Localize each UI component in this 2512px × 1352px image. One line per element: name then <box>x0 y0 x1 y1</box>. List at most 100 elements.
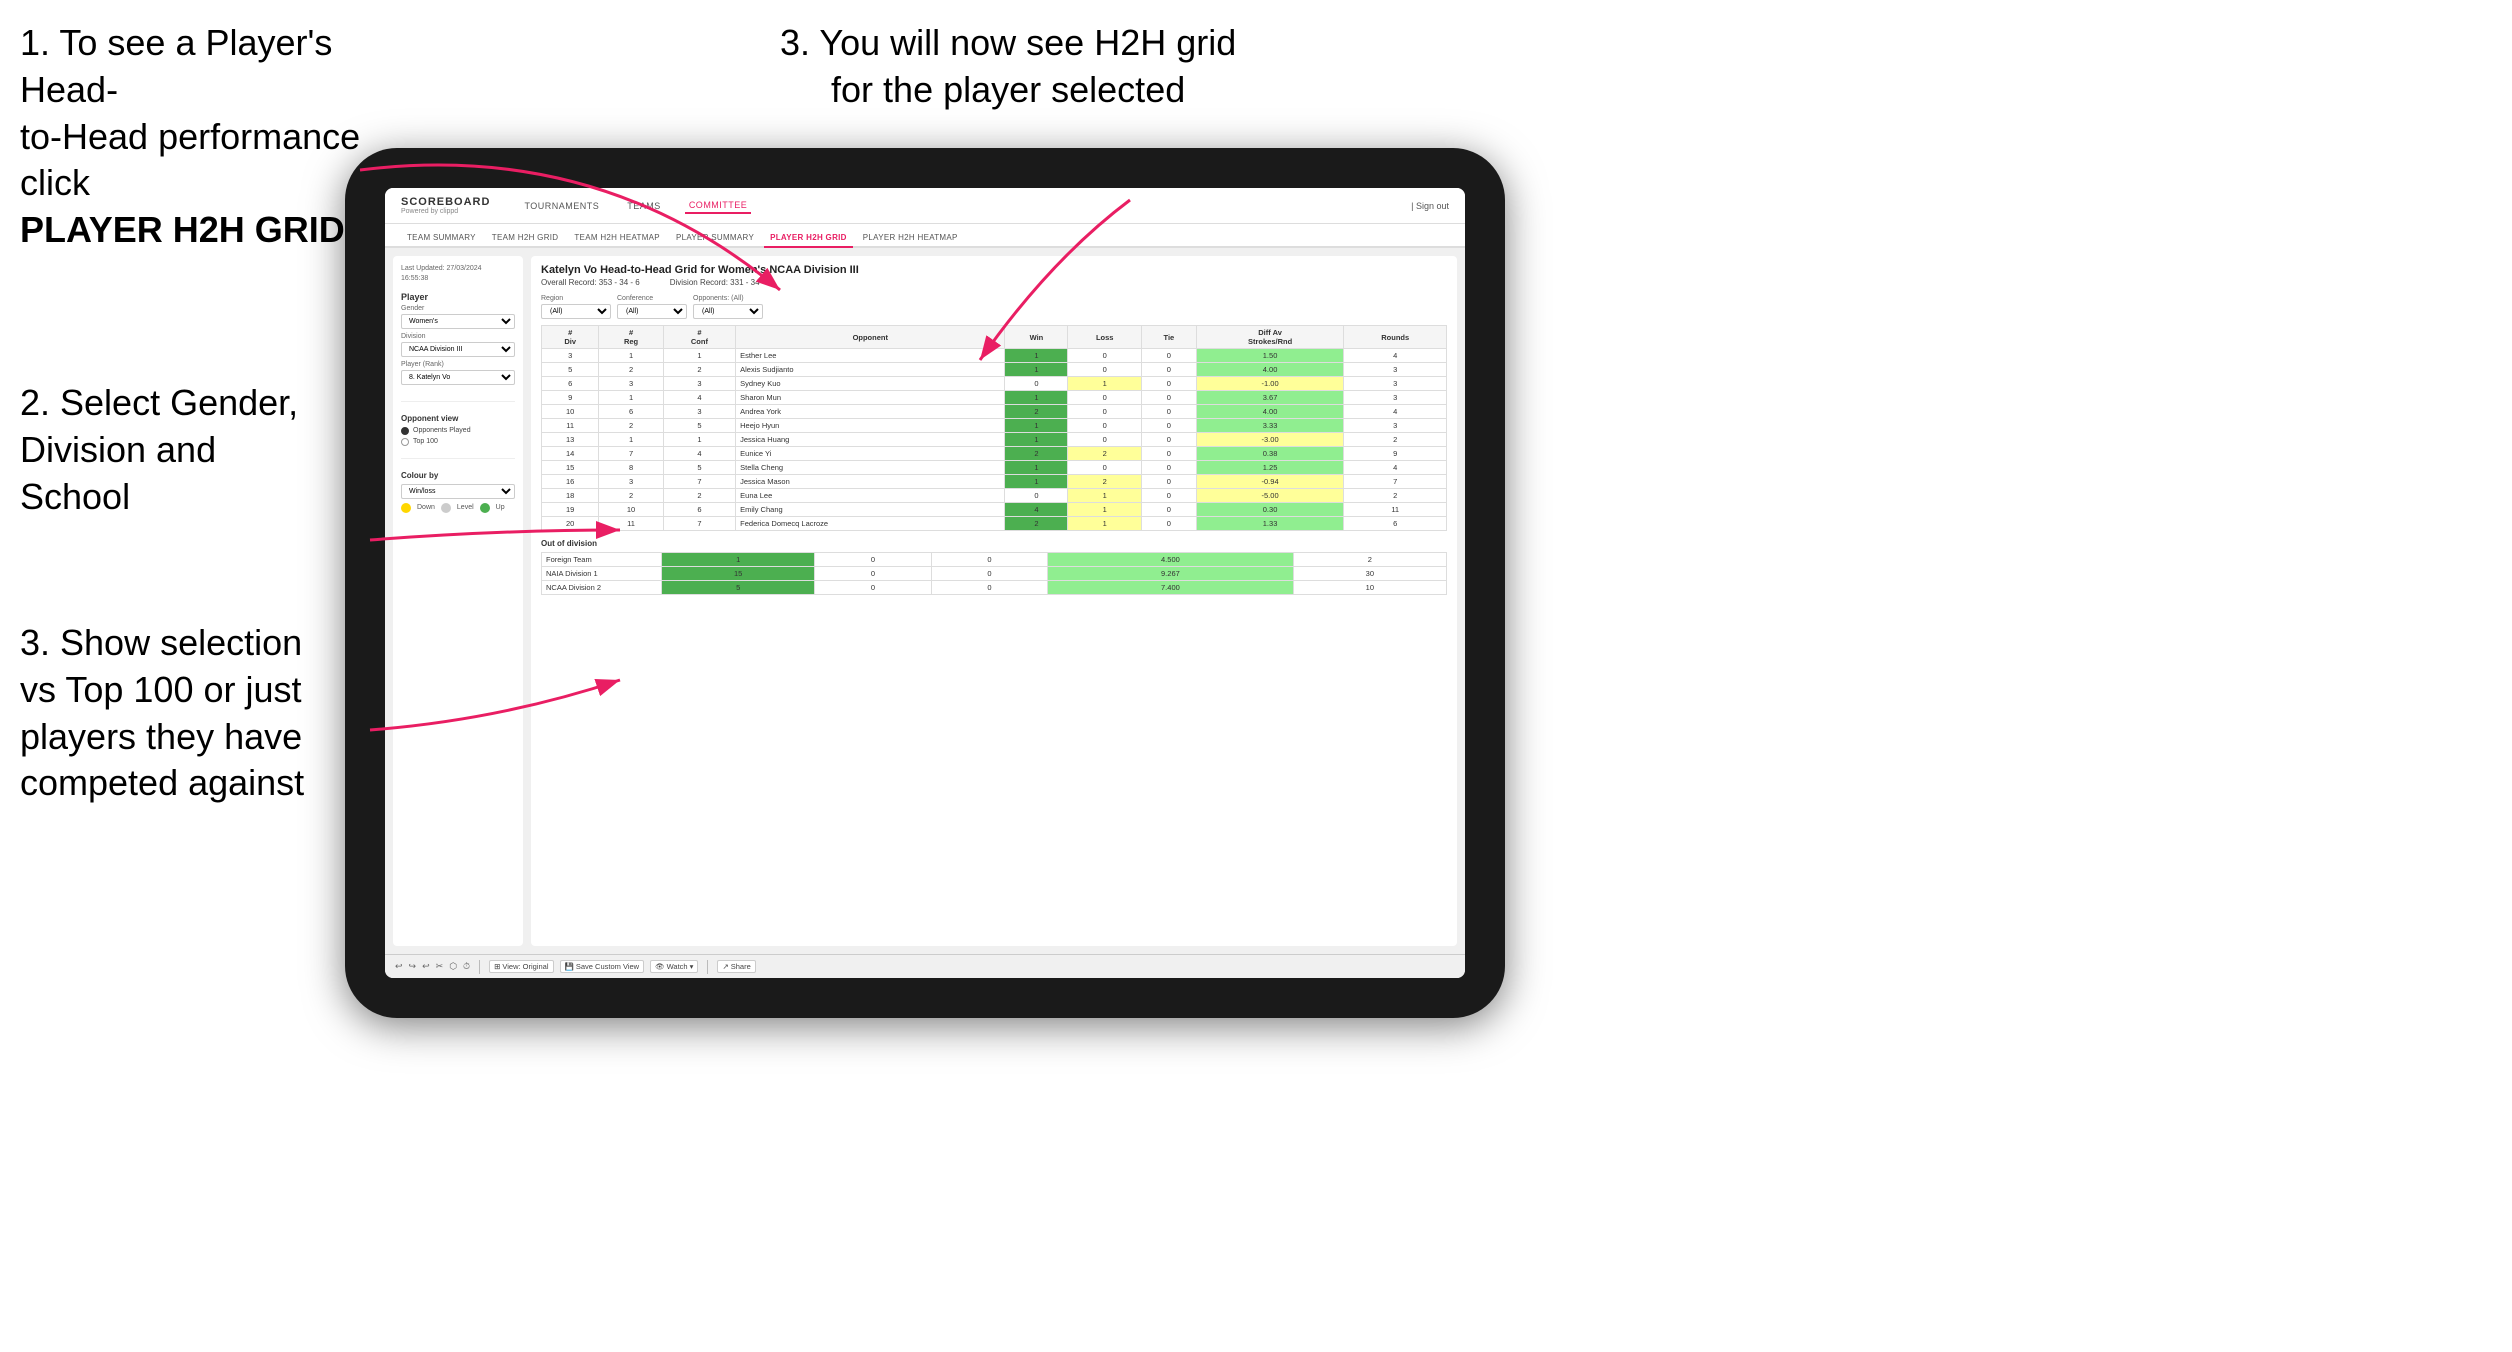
cut-icon[interactable]: ✂ <box>436 961 444 972</box>
share-btn[interactable]: ↗ Share <box>717 960 755 973</box>
filter-region: Region (All) <box>541 295 611 319</box>
sub-nav-player-summary[interactable]: PLAYER SUMMARY <box>670 229 760 248</box>
sub-nav-player-h2h[interactable]: PLAYER H2H GRID <box>764 229 853 248</box>
sidebar-player-title: Player <box>401 292 515 302</box>
main-content: Last Updated: 27/03/202416:55:38 Player … <box>385 248 1465 954</box>
toolbar-separator-1 <box>479 960 480 974</box>
col-conf: #Conf <box>663 326 735 349</box>
toolbar-separator-2 <box>707 960 708 974</box>
sidebar-gender-label: Gender <box>401 305 515 312</box>
copy-icon[interactable]: ⬡ <box>449 961 457 972</box>
table-row: 6 3 3 Sydney Kuo 0 1 0 -1.00 3 <box>542 377 1447 391</box>
filter-row: Region (All) Conference (All) Opponents:… <box>541 295 1447 319</box>
radio-group: Opponents Played Top 100 <box>401 427 515 446</box>
table-row: 18 2 2 Euna Lee 0 1 0 -5.00 2 <box>542 489 1447 503</box>
division-record: Division Record: 331 - 34 - 6 <box>670 278 771 287</box>
colour-dot-down <box>401 503 411 513</box>
filter-conference: Conference (All) <box>617 295 687 319</box>
logo-area: SCOREBOARD Powered by clippd <box>401 196 490 215</box>
colour-dot-up <box>480 503 490 513</box>
content-panel: Katelyn Vo Head-to-Head Grid for Women's… <box>531 256 1457 946</box>
sidebar-division-select[interactable]: NCAA Division III NCAA Division I NCAA D… <box>401 342 515 357</box>
table-row: 15 8 5 Stella Cheng 1 0 0 1.25 4 <box>542 461 1447 475</box>
panel-title: Katelyn Vo Head-to-Head Grid for Women's… <box>541 264 1447 276</box>
bottom-toolbar: ↩ ↪ ↩ ✂ ⬡ ⏱ ⊞ View: Original 💾 Save Cust… <box>385 954 1465 978</box>
table-row: 10 6 3 Andrea York 2 0 0 4.00 4 <box>542 405 1447 419</box>
instruction-mid-left: 2. Select Gender,Division andSchool <box>20 380 298 520</box>
filter-region-select[interactable]: (All) <box>541 304 611 319</box>
colour-label-up: Up <box>496 504 505 511</box>
instruction-top-right: 3. You will now see H2H gridfor the play… <box>780 20 1236 114</box>
table-header-row: #Div #Reg #Conf Opponent Win Loss Tie Di… <box>542 326 1447 349</box>
view-original-btn[interactable]: ⊞ View: Original <box>489 960 553 973</box>
col-loss: Loss <box>1068 326 1142 349</box>
filter-region-label: Region <box>541 295 611 302</box>
table-row: 19 10 6 Emily Chang 4 1 0 0.30 11 <box>542 503 1447 517</box>
col-div: #Div <box>542 326 599 349</box>
sub-nav: TEAM SUMMARY TEAM H2H GRID TEAM H2H HEAT… <box>385 224 1465 248</box>
instruction-mid-text: 2. Select Gender,Division andSchool <box>20 382 298 517</box>
table-row: 9 1 4 Sharon Mun 1 0 0 3.67 3 <box>542 391 1447 405</box>
table-row: 13 1 1 Jessica Huang 1 0 0 -3.00 2 <box>542 433 1447 447</box>
table-row: 20 11 7 Federica Domecq Lacroze 2 1 0 1.… <box>542 517 1447 531</box>
sidebar-opponent-view-title: Opponent view <box>401 414 515 423</box>
tablet-frame: SCOREBOARD Powered by clippd TOURNAMENTS… <box>345 148 1505 1018</box>
nav-committee[interactable]: COMMITTEE <box>685 198 752 214</box>
sidebar-division-label: Division <box>401 333 515 340</box>
col-rounds: Rounds <box>1344 326 1447 349</box>
table-row: 16 3 7 Jessica Mason 1 2 0 -0.94 7 <box>542 475 1447 489</box>
sub-nav-team-summary[interactable]: TEAM SUMMARY <box>401 229 482 248</box>
col-reg: #Reg <box>599 326 663 349</box>
table-row: 14 7 4 Eunice Yi 2 2 0 0.38 9 <box>542 447 1447 461</box>
logo-sub: Powered by clippd <box>401 208 490 215</box>
top-nav: SCOREBOARD Powered by clippd TOURNAMENTS… <box>385 188 1465 224</box>
filter-opponent-select[interactable]: (All) <box>693 304 763 319</box>
sub-nav-player-heatmap[interactable]: PLAYER H2H HEATMAP <box>857 229 964 248</box>
colour-label-level: Level <box>457 504 474 511</box>
radio-opponents-played[interactable]: Opponents Played <box>401 427 515 435</box>
sign-out-link[interactable]: | Sign out <box>1411 201 1449 211</box>
instruction-top-right-text: 3. You will now see H2H gridfor the play… <box>780 22 1236 110</box>
ood-table-row: Foreign Team 1 0 0 4.500 2 <box>542 553 1447 567</box>
sidebar-gender-select[interactable]: Women's Men's <box>401 314 515 329</box>
radio-top100[interactable]: Top 100 <box>401 438 515 446</box>
table-row: 11 2 5 Heejo Hyun 1 0 0 3.33 3 <box>542 419 1447 433</box>
undo-icon[interactable]: ↩ <box>395 961 403 972</box>
save-custom-btn[interactable]: 💾 Save Custom View <box>560 960 645 973</box>
col-win: Win <box>1005 326 1068 349</box>
radio-dot-opponents <box>401 427 409 435</box>
logo-text: SCOREBOARD <box>401 196 490 208</box>
tablet-screen: SCOREBOARD Powered by clippd TOURNAMENTS… <box>385 188 1465 978</box>
table-row: 3 1 1 Esther Lee 1 0 0 1.50 4 <box>542 349 1447 363</box>
sidebar-colour-title: Colour by <box>401 471 515 480</box>
ood-table-row: NAIA Division 1 15 0 0 9.267 30 <box>542 567 1447 581</box>
sidebar: Last Updated: 27/03/202416:55:38 Player … <box>393 256 523 946</box>
clock-icon[interactable]: ⏱ <box>463 961 470 972</box>
nav-teams[interactable]: TEAMS <box>623 199 665 213</box>
filter-conference-select[interactable]: (All) <box>617 304 687 319</box>
sub-nav-team-heatmap[interactable]: TEAM H2H HEATMAP <box>568 229 666 248</box>
main-data-table: #Div #Reg #Conf Opponent Win Loss Tie Di… <box>541 325 1447 531</box>
instruction-line2: to-Head performance click <box>20 116 360 204</box>
sub-nav-team-h2h[interactable]: TEAM H2H GRID <box>486 229 565 248</box>
col-tie: Tie <box>1142 326 1197 349</box>
instruction-line1: 1. To see a Player's Head- <box>20 22 332 110</box>
nav-tournaments[interactable]: TOURNAMENTS <box>520 199 603 213</box>
sidebar-colour-select[interactable]: Win/loss <box>401 484 515 499</box>
colour-dot-level <box>441 503 451 513</box>
filter-opponents-label: Opponents: (All) <box>693 295 763 302</box>
table-row: 5 2 2 Alexis Sudjianto 1 0 0 4.00 3 <box>542 363 1447 377</box>
filter-opponent: Opponents: (All) (All) <box>693 295 763 319</box>
panel-subtitle: Overall Record: 353 - 34 - 6 Division Re… <box>541 278 1447 287</box>
watch-btn[interactable]: 👁 Watch ▾ <box>650 960 698 973</box>
undo2-icon[interactable]: ↩ <box>422 961 430 972</box>
redo-icon[interactable]: ↪ <box>409 961 417 972</box>
radio-dot-top100 <box>401 438 409 446</box>
out-of-division-header: Out of division <box>541 539 1447 548</box>
filter-conference-label: Conference <box>617 295 687 302</box>
col-diff: Diff AvStrokes/Rnd <box>1196 326 1344 349</box>
sidebar-player-rank-select[interactable]: 8. Katelyn Vo <box>401 370 515 385</box>
colour-legend: Down Level Up <box>401 503 515 513</box>
sidebar-player-rank-label: Player (Rank) <box>401 361 515 368</box>
sidebar-timestamp: Last Updated: 27/03/202416:55:38 <box>401 264 515 284</box>
